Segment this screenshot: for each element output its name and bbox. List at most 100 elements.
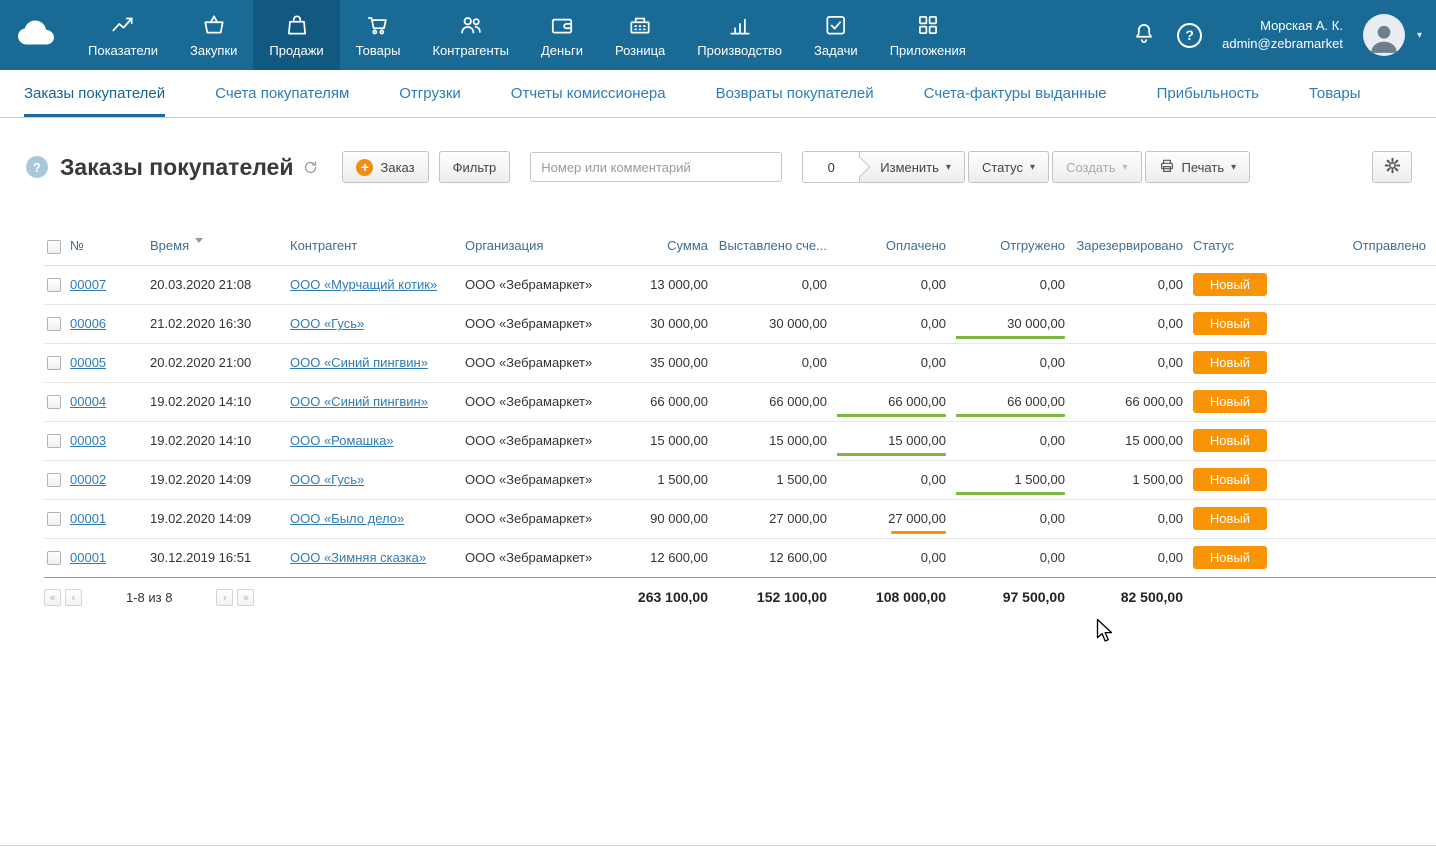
pagination-prev-button[interactable]: ‹ <box>65 589 82 606</box>
tab-customer-returns[interactable]: Возвраты покупателей <box>716 70 874 117</box>
table-row[interactable]: 00001 19.02.2020 14:09 ООО «Было дело» О… <box>44 499 1436 538</box>
counterparty-link[interactable]: ООО «Ромашка» <box>290 433 394 448</box>
nav-item-retail[interactable]: Розница <box>599 0 681 70</box>
user-info[interactable]: Морская А. К. admin@zebramarket <box>1222 17 1343 52</box>
tab-issued-invoices[interactable]: Счета-фактуры выданные <box>924 70 1107 117</box>
settings-button[interactable] <box>1372 151 1412 183</box>
filter-button[interactable]: Фильтр <box>439 151 511 183</box>
tab-customer-orders[interactable]: Заказы покупателей <box>24 70 165 117</box>
sum-cell: 1 500,00 <box>625 460 718 499</box>
status-badge[interactable]: Новый <box>1193 351 1267 374</box>
avatar[interactable] <box>1363 14 1405 56</box>
counterparty-link[interactable]: ООО «Было дело» <box>290 511 404 526</box>
row-checkbox[interactable] <box>47 473 61 487</box>
row-checkbox[interactable] <box>47 512 61 526</box>
column-header-counterparty[interactable]: Контрагент <box>290 229 465 265</box>
column-header-number[interactable]: № <box>70 229 150 265</box>
create-dropdown[interactable]: Создать ▾ <box>1052 151 1141 183</box>
create-order-button[interactable]: + Заказ <box>342 151 428 183</box>
pagination-first-button[interactable]: « <box>44 589 61 606</box>
pagination-last-button[interactable]: » <box>237 589 254 606</box>
tab-shipments[interactable]: Отгрузки <box>399 70 461 117</box>
status-badge[interactable]: Новый <box>1193 312 1267 335</box>
table-row[interactable]: 00004 19.02.2020 14:10 ООО «Синий пингви… <box>44 382 1436 421</box>
tab-products[interactable]: Товары <box>1309 70 1361 117</box>
column-header-sent[interactable]: Отправлено <box>1280 229 1436 265</box>
refresh-icon[interactable] <box>303 160 318 175</box>
table-row[interactable]: 00005 20.02.2020 21:00 ООО «Синий пингви… <box>44 343 1436 382</box>
row-checkbox[interactable] <box>47 395 61 409</box>
row-checkbox[interactable] <box>47 278 61 292</box>
counterparty-link[interactable]: ООО «Гусь» <box>290 472 364 487</box>
status-badge[interactable]: Новый <box>1193 273 1267 296</box>
status-badge[interactable]: Новый <box>1193 468 1267 491</box>
counterparty-link[interactable]: ООО «Синий пингвин» <box>290 394 428 409</box>
column-header-organization[interactable]: Организация <box>465 229 625 265</box>
print-dropdown[interactable]: Печать ▾ <box>1145 151 1251 183</box>
status-badge[interactable]: Новый <box>1193 507 1267 530</box>
search-input[interactable] <box>530 152 782 182</box>
status-badge[interactable]: Новый <box>1193 390 1267 413</box>
status-dropdown[interactable]: Статус ▾ <box>968 151 1049 183</box>
tab-customer-invoices[interactable]: Счета покупателям <box>215 70 349 117</box>
select-all-checkbox[interactable] <box>47 240 61 254</box>
table-row[interactable]: 00006 21.02.2020 16:30 ООО «Гусь» ООО «З… <box>44 304 1436 343</box>
order-number-link[interactable]: 00001 <box>70 550 106 565</box>
table-row[interactable]: 00007 20.03.2020 21:08 ООО «Мурчащий кот… <box>44 265 1436 304</box>
row-checkbox[interactable] <box>47 434 61 448</box>
column-header-status[interactable]: Статус <box>1193 229 1280 265</box>
sum-cell: 90 000,00 <box>625 499 718 538</box>
nav-item-tasks[interactable]: Задачи <box>798 0 874 70</box>
nav-item-counterparties[interactable]: Контрагенты <box>416 0 525 70</box>
counterparty-link[interactable]: ООО «Гусь» <box>290 316 364 331</box>
tab-commission-reports[interactable]: Отчеты комиссионера <box>511 70 666 117</box>
order-number-link[interactable]: 00004 <box>70 394 106 409</box>
table-row[interactable]: 00002 19.02.2020 14:09 ООО «Гусь» ООО «З… <box>44 460 1436 499</box>
nav-item-production[interactable]: Производство <box>681 0 798 70</box>
tab-profitability[interactable]: Прибыльность <box>1157 70 1259 117</box>
nav-item-indicators[interactable]: Показатели <box>72 0 174 70</box>
counterparty-link[interactable]: ООО «Зимняя сказка» <box>290 550 426 565</box>
notifications-bell-icon[interactable] <box>1131 20 1157 51</box>
edit-dropdown[interactable]: Изменить ▾ <box>859 151 965 183</box>
nav-item-products[interactable]: Товары <box>340 0 417 70</box>
row-checkbox[interactable] <box>47 317 61 331</box>
table-row[interactable]: 00001 30.12.2019 16:51 ООО «Зимняя сказк… <box>44 538 1436 577</box>
order-number-link[interactable]: 00001 <box>70 511 106 526</box>
table-row[interactable]: 00003 19.02.2020 14:10 ООО «Ромашка» ООО… <box>44 421 1436 460</box>
cart-icon <box>365 12 391 38</box>
pagination-next-button[interactable]: › <box>216 589 233 606</box>
order-number-link[interactable]: 00007 <box>70 277 106 292</box>
page-title: Заказы покупателей <box>60 154 293 181</box>
column-header-time[interactable]: Время <box>150 229 290 265</box>
sent-cell <box>1280 460 1436 499</box>
organization-cell: ООО «Зебрамаркет» <box>465 538 625 577</box>
status-badge[interactable]: Новый <box>1193 429 1267 452</box>
nav-item-money[interactable]: Деньги <box>525 0 599 70</box>
order-number-link[interactable]: 00005 <box>70 355 106 370</box>
nav-item-purchases[interactable]: Закупки <box>174 0 253 70</box>
chevron-down-icon[interactable]: ▾ <box>1417 30 1422 41</box>
nav-item-sales[interactable]: Продажи <box>253 0 339 70</box>
sum-cell: 13 000,00 <box>625 265 718 304</box>
page-help-icon[interactable]: ? <box>26 156 48 178</box>
order-number-link[interactable]: 00002 <box>70 472 106 487</box>
counterparty-link[interactable]: ООО «Мурчащий котик» <box>290 277 437 292</box>
row-checkbox[interactable] <box>47 551 61 565</box>
column-header-shipped[interactable]: Отгружено <box>956 229 1075 265</box>
gear-icon <box>1383 156 1402 178</box>
row-checkbox[interactable] <box>47 356 61 370</box>
column-header-reserved[interactable]: Зарезервировано <box>1075 229 1193 265</box>
column-header-invoiced[interactable]: Выставлено сче... <box>718 229 837 265</box>
nav-item-apps[interactable]: Приложения <box>874 0 982 70</box>
status-badge[interactable]: Новый <box>1193 546 1267 569</box>
order-number-link[interactable]: 00006 <box>70 316 106 331</box>
column-header-paid[interactable]: Оплачено <box>837 229 956 265</box>
help-icon[interactable]: ? <box>1177 23 1202 48</box>
counterparty-link[interactable]: ООО «Синий пингвин» <box>290 355 428 370</box>
printer-icon <box>1159 158 1175 177</box>
column-header-sum[interactable]: Сумма <box>625 229 718 265</box>
order-number-link[interactable]: 00003 <box>70 433 106 448</box>
app-logo[interactable] <box>0 0 72 70</box>
reserved-cell: 1 500,00 <box>1075 460 1193 499</box>
